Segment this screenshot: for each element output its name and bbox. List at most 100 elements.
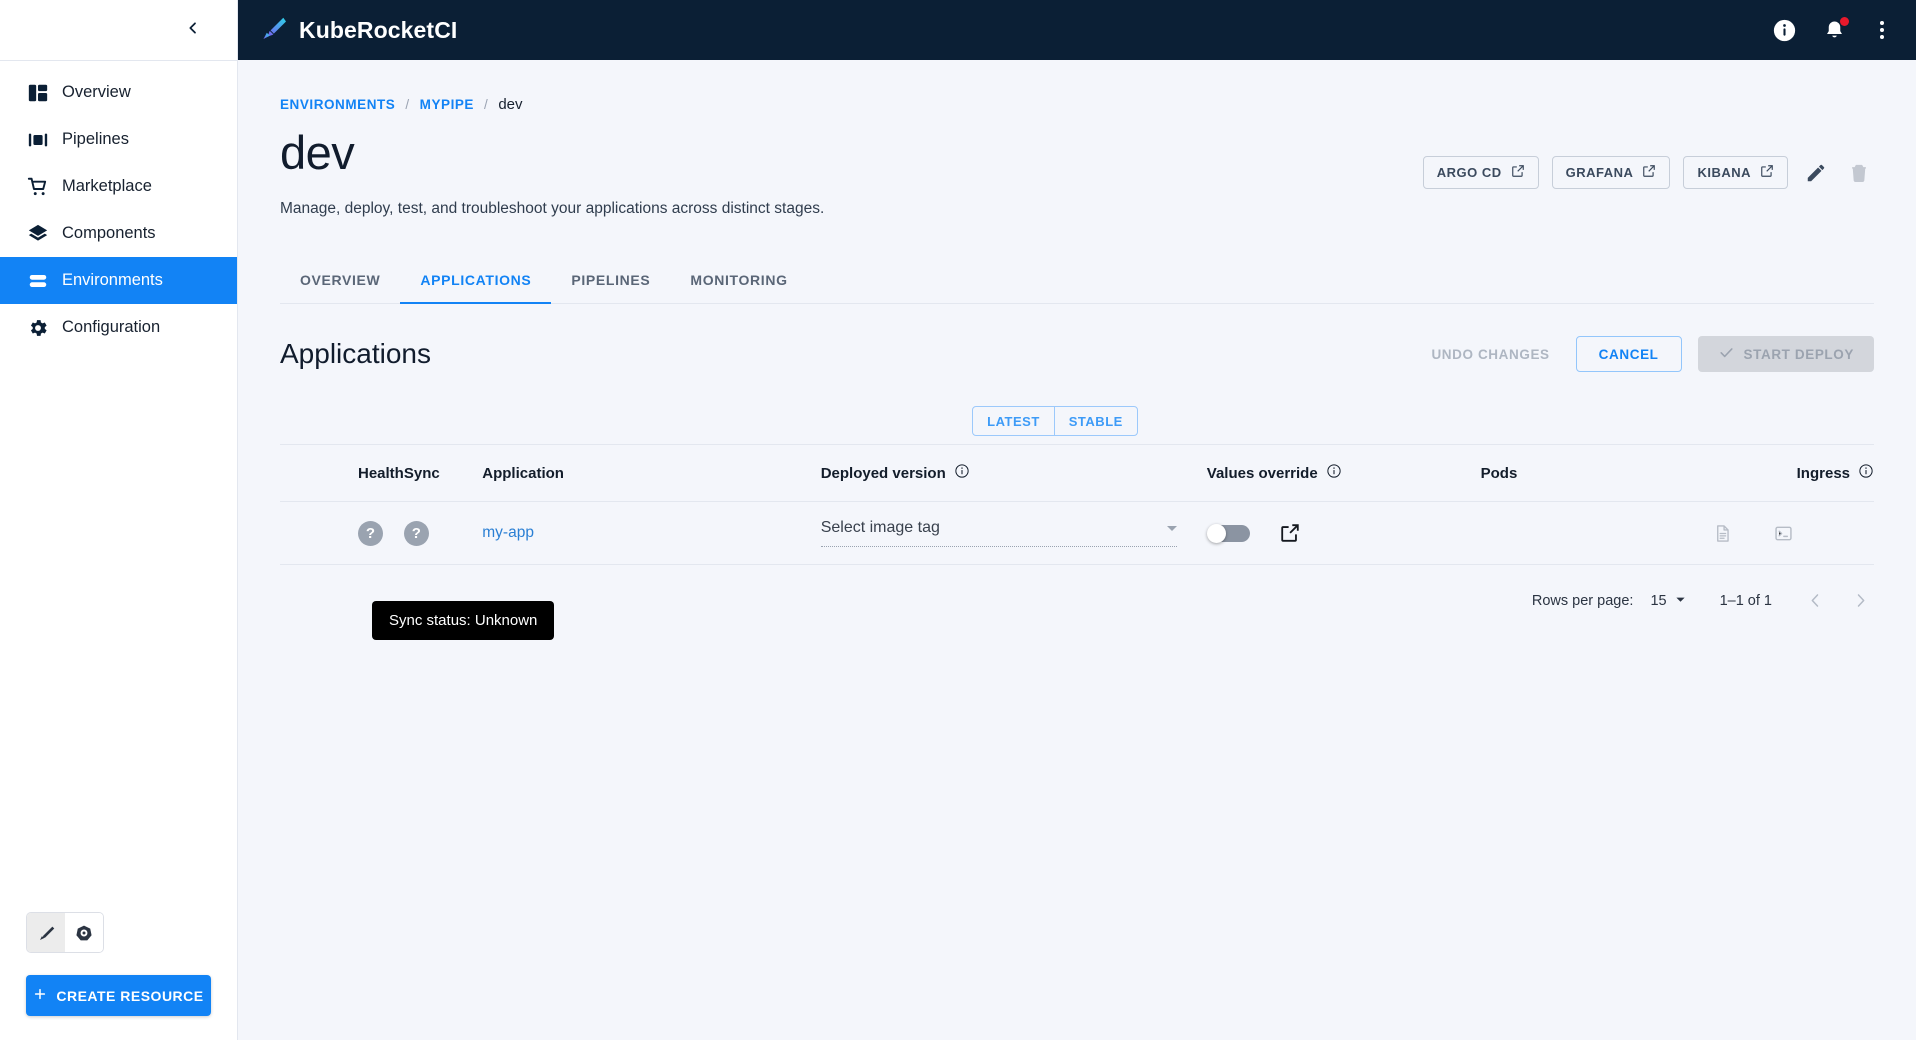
argo-cd-button[interactable]: ARGO CD [1423,156,1539,189]
kebab-menu-icon[interactable] [1872,17,1892,43]
rows-per-page-select[interactable]: 15 [1650,592,1685,610]
breadcrumb-item-current: dev [498,96,522,113]
rows-per-page-label: Rows per page: [1532,593,1634,609]
values-override-toggle[interactable] [1207,524,1251,543]
external-link-icon [1760,164,1774,181]
undo-changes-button[interactable]: UNDO CHANGES [1421,339,1559,370]
sidebar-item-marketplace[interactable]: Marketplace [0,163,237,210]
applications-title: Applications [280,338,431,370]
document-icon[interactable] [1709,520,1736,547]
cell-values-override [1207,502,1481,565]
sidebar: Overview Pipelines Marketplace Component… [0,0,238,1040]
column-deployed-version: Deployed version [821,445,1207,502]
tab-monitoring[interactable]: MONITORING [670,260,807,304]
applications-actions: UNDO CHANGES CANCEL START DEPLOY [1421,336,1874,372]
version-filter-group: LATEST STABLE [972,406,1138,436]
chevron-down-icon [1675,592,1686,610]
cluster-switcher [26,912,104,953]
pagination-range: 1–1 of 1 [1720,593,1772,609]
previous-page-button[interactable] [1802,587,1829,614]
pencil-icon[interactable] [1801,158,1831,188]
breadcrumb: ENVIRONMENTS / MYPIPE / dev [280,60,1874,113]
kibana-button[interactable]: KIBANA [1683,156,1788,189]
trash-icon[interactable] [1844,158,1874,188]
column-values-override: Values override [1207,445,1481,502]
pipelines-icon [14,129,62,151]
cart-icon [14,176,62,198]
cell-application: my-app [482,502,820,565]
terminal-icon[interactable] [1770,520,1797,547]
cell-ingress [1797,502,1874,565]
info-outline-icon[interactable] [1858,463,1874,483]
column-pods: Pods [1481,445,1797,502]
external-link-icon [1642,164,1656,181]
kibana-label: KIBANA [1697,165,1751,180]
tab-overview[interactable]: OVERVIEW [280,260,400,304]
tab-bar: OVERVIEW APPLICATIONS PIPELINES MONITORI… [280,260,1874,304]
create-resource-button[interactable]: CREATE RESOURCE [26,975,211,1016]
plus-icon [33,987,47,1004]
brand[interactable]: KubeRocketCI [260,15,457,46]
tab-pipelines[interactable]: PIPELINES [551,260,670,304]
grafana-button[interactable]: GRAFANA [1552,156,1671,189]
page-description: Manage, deploy, test, and troubleshoot y… [280,200,1874,218]
table-header-row: Health Sync Application Deployed version [280,445,1874,502]
cell-sync: ? [404,502,482,565]
external-link-icon[interactable] [1275,518,1305,548]
main-content: ENVIRONMENTS / MYPIPE / dev dev Manage, … [238,60,1916,1040]
column-header-label: Values override [1207,465,1318,482]
sidebar-item-environments[interactable]: Environments [0,257,237,304]
rocket-feather-logo [260,15,286,46]
external-link-icon [1511,164,1525,181]
applications-header: Applications UNDO CHANGES CANCEL START D… [280,336,1874,372]
column-application: Application [482,445,820,502]
sidebar-item-overview[interactable]: Overview [0,69,237,116]
dashboard-icon [14,82,62,104]
chevron-down-icon [1167,526,1177,531]
krci-feather-icon[interactable] [27,913,65,952]
info-circle-icon[interactable] [1772,18,1797,43]
health-status-badge[interactable]: ? [358,521,383,546]
sidebar-item-label: Pipelines [62,130,129,149]
next-page-button[interactable] [1847,587,1874,614]
column-header-label: Health [358,465,404,482]
cell-deployed-version: Select image tag [821,502,1207,565]
sidebar-item-label: Components [62,224,156,243]
header-actions: ARGO CD GRAFANA KIBANA [1423,156,1874,189]
table-row: ? ? my-app Select image tag [280,502,1874,565]
sidebar-nav: Overview Pipelines Marketplace Component… [0,61,237,351]
breadcrumb-item-environments[interactable]: ENVIRONMENTS [280,97,395,112]
column-header-label: Sync [404,465,440,482]
switch-knob [1207,524,1226,543]
sidebar-item-label: Configuration [62,318,160,337]
kubernetes-icon[interactable] [65,913,103,952]
breadcrumb-item-mypipe[interactable]: MYPIPE [420,97,474,112]
start-deploy-button[interactable]: START DEPLOY [1698,336,1874,372]
info-outline-icon[interactable] [1326,463,1342,483]
sidebar-item-components[interactable]: Components [0,210,237,257]
layers-icon [14,223,62,245]
filter-latest-button[interactable]: LATEST [973,407,1054,435]
cancel-button[interactable]: CANCEL [1576,336,1682,372]
cell-pods [1481,502,1797,565]
image-tag-select[interactable]: Select image tag [821,519,1177,547]
bell-icon[interactable] [1823,19,1846,42]
filter-stable-button[interactable]: STABLE [1054,407,1137,435]
sidebar-item-configuration[interactable]: Configuration [0,304,237,351]
column-header-label: Pods [1481,465,1518,482]
grafana-label: GRAFANA [1566,165,1634,180]
argo-cd-label: ARGO CD [1437,165,1502,180]
column-header-label: Deployed version [821,465,946,482]
gear-icon [14,317,62,339]
page-title: dev [280,125,354,180]
sidebar-item-pipelines[interactable]: Pipelines [0,116,237,163]
tab-applications[interactable]: APPLICATIONS [400,260,551,304]
info-outline-icon[interactable] [954,463,970,483]
sync-status-badge[interactable]: ? [404,521,429,546]
brand-name: KubeRocketCI [299,17,457,44]
sidebar-item-label: Environments [62,271,163,290]
cell-health: ? [280,502,404,565]
notification-badge [1840,17,1849,26]
chevron-left-icon[interactable] [185,20,201,41]
application-link[interactable]: my-app [482,524,534,541]
